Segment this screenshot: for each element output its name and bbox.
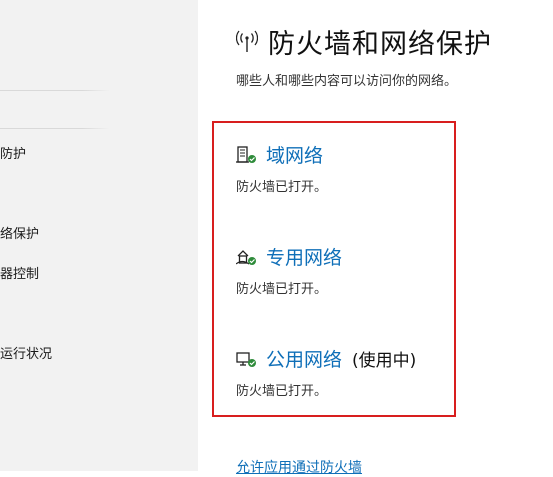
network-public: 公用网络 (使用中) 防火墙已打开。: [236, 345, 416, 399]
network-private: 专用网络 防火墙已打开。: [236, 243, 342, 297]
domain-network-icon: [236, 145, 256, 163]
network-status-domain: 防火墙已打开。: [236, 180, 328, 195]
sidebar-item-protection[interactable]: 防护: [0, 143, 26, 162]
network-in-use-label: (使用中): [352, 351, 417, 371]
sidebar: 防护 络保护 器控制 运行状况: [0, 0, 198, 471]
network-domain: 域网络 防火墙已打开。: [236, 141, 327, 195]
network-link-public[interactable]: 公用网络: [266, 345, 342, 372]
sidebar-divider: [0, 128, 110, 129]
network-link-private[interactable]: 专用网络: [266, 243, 342, 270]
main-panel: 防火墙和网络保护 哪些人和哪些内容可以访问你的网络。 域网络 防火墙已打开。 专…: [198, 0, 553, 476]
page-header: 防火墙和网络保护: [236, 22, 492, 61]
sidebar-item-network-protection[interactable]: 络保护: [0, 223, 39, 242]
antenna-icon: [236, 30, 258, 52]
public-network-icon: [236, 351, 256, 367]
network-status-public: 防火墙已打开。: [236, 384, 328, 399]
sidebar-item-browser-control[interactable]: 器控制: [0, 263, 39, 282]
sidebar-divider: [0, 90, 110, 91]
page-subtitle: 哪些人和哪些内容可以访问你的网络。: [236, 74, 458, 89]
network-link-domain[interactable]: 域网络: [266, 141, 323, 168]
sidebar-item-device-health[interactable]: 运行状况: [0, 343, 52, 362]
network-status-private: 防火墙已打开。: [236, 282, 328, 297]
allow-app-link[interactable]: 允许应用通过防火墙: [236, 457, 362, 477]
private-network-icon: [236, 249, 256, 265]
page-title: 防火墙和网络保护: [268, 29, 492, 60]
